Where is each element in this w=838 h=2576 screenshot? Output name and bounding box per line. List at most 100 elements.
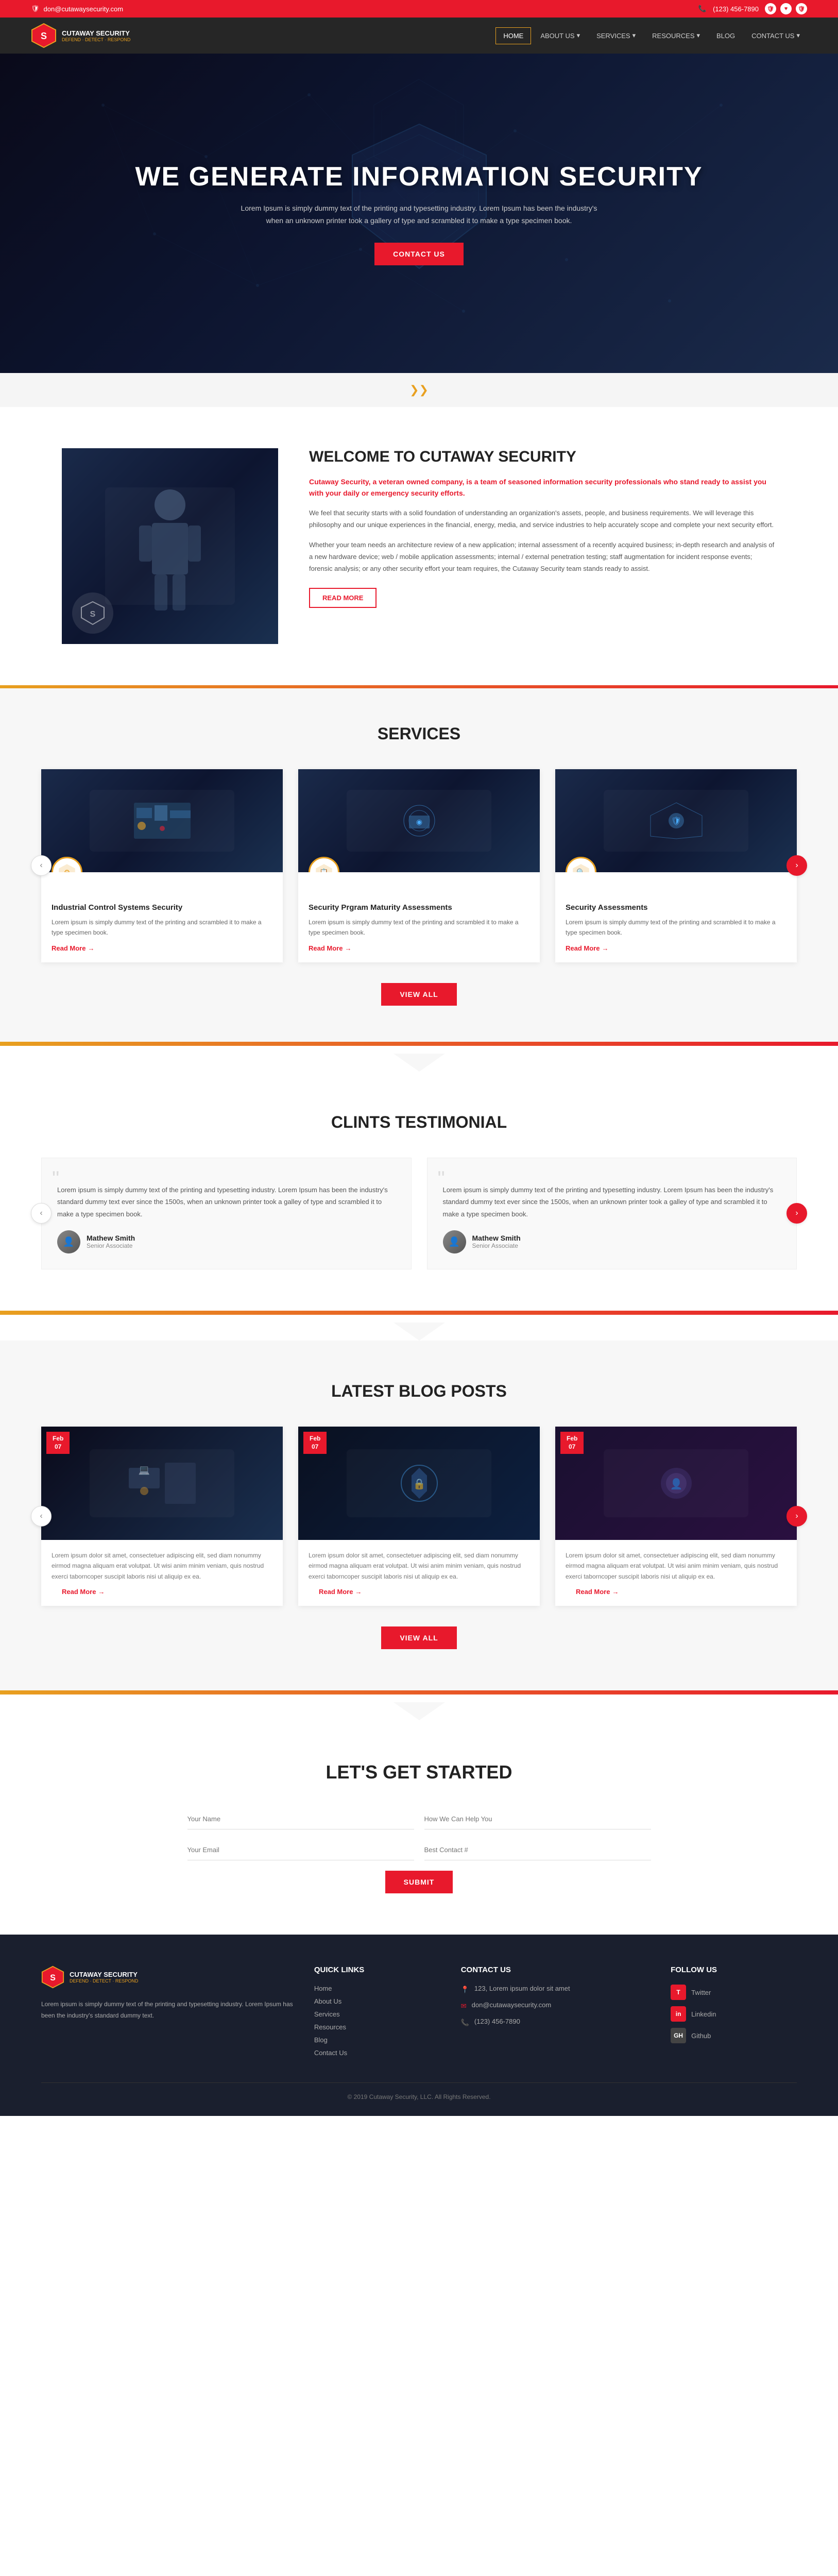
footer-twitter[interactable]: T Twitter bbox=[671, 1985, 797, 2000]
blog-read-more-2[interactable]: Read More → bbox=[309, 1588, 529, 1596]
blog-content-3: Lorem ipsum dolor sit amet, consectetuer… bbox=[555, 1540, 797, 1606]
quote-icon-1: " bbox=[52, 1168, 59, 1189]
testimonial-author-1: 👤 Mathew Smith Senior Associate bbox=[57, 1230, 396, 1253]
services-grid: ⚙ Industrial Control Systems Security Lo… bbox=[41, 769, 797, 962]
service-card-3: 🛡 🔍 Security Assessments Lorem ipsum is … bbox=[555, 769, 797, 962]
footer-github[interactable]: GH Github bbox=[671, 2028, 797, 2043]
blog-read-more-3[interactable]: Read More → bbox=[566, 1588, 786, 1596]
services-next-button[interactable]: › bbox=[786, 855, 807, 876]
footer-link-blog[interactable]: Blog bbox=[314, 2036, 440, 2044]
nav-menu: HOME ABOUT US ▾ SERVICES ▾ RESOURCES ▾ B… bbox=[495, 27, 807, 44]
nav-item-services[interactable]: SERVICES ▾ bbox=[589, 27, 643, 44]
svg-text:S: S bbox=[41, 31, 47, 41]
footer-link-contact[interactable]: Contact Us bbox=[314, 2049, 440, 2057]
submit-button[interactable]: SUBMIT bbox=[385, 1871, 453, 1893]
blog-image-content-2: 🔒 bbox=[381, 1458, 458, 1509]
footer-social: FOLLOW US T Twitter in Linkedin GH Githu… bbox=[671, 1965, 797, 2062]
svg-text:📋: 📋 bbox=[319, 868, 328, 873]
arrow-right-icon-blog-1: → bbox=[98, 1588, 105, 1596]
nav-item-contact[interactable]: CONTACT US ▾ bbox=[744, 27, 807, 44]
svg-text:🛡: 🛡 bbox=[671, 817, 681, 826]
blog-date-2: Feb 07 bbox=[303, 1432, 327, 1454]
svg-text:S: S bbox=[90, 610, 96, 619]
nav-item-blog[interactable]: BLOG bbox=[709, 28, 742, 44]
blog-next-button[interactable]: › bbox=[786, 1506, 807, 1527]
nav-logo[interactable]: S CUTAWAY SECURITY DEFEND · DETECT · RES… bbox=[31, 23, 130, 48]
service-read-more-1[interactable]: Read More → bbox=[41, 944, 283, 952]
blog-title: LATEST BLOG POSTS bbox=[41, 1382, 797, 1401]
blog-text-3: Lorem ipsum dolor sit amet, consectetuer… bbox=[566, 1550, 786, 1582]
services-prev-button[interactable]: ‹ bbox=[31, 855, 52, 876]
blog-view-all-container: VIEW ALL bbox=[41, 1626, 797, 1649]
service-text-3: Lorem ipsum is simply dummy text of the … bbox=[555, 917, 797, 938]
blog-card-1: 💻 Feb 07 Lorem ipsum dolor sit amet, con… bbox=[41, 1427, 283, 1606]
footer-logo-area: S CUTAWAY SECURITY DEFEND · DETECT · RES… bbox=[41, 1965, 294, 1989]
blog-card-2: 🔒 Feb 07 Lorem ipsum dolor sit amet, con… bbox=[298, 1427, 540, 1606]
top-bar-icons: 🛡 ♥ 🛡 bbox=[765, 3, 807, 14]
location-icon: 📍 bbox=[461, 1986, 469, 1994]
testimonial-card-2: " Lorem ipsum is simply dummy text of th… bbox=[427, 1158, 797, 1269]
footer-linkedin[interactable]: in Linkedin bbox=[671, 2006, 797, 2022]
top-bar-right: 📞 (123) 456-7890 🛡 ♥ 🛡 bbox=[698, 3, 807, 14]
welcome-read-more-button[interactable]: READ MORE bbox=[309, 588, 377, 608]
orange-divider-2 bbox=[0, 1042, 838, 1046]
wedge-divider-1 bbox=[0, 1046, 838, 1072]
hero-subtitle: Lorem Ipsum is simply dummy text of the … bbox=[238, 202, 599, 227]
service-read-more-2[interactable]: Read More → bbox=[298, 944, 540, 952]
blog-content-2: Lorem ipsum dolor sit amet, consectetuer… bbox=[298, 1540, 540, 1606]
author-avatar-2: 👤 bbox=[443, 1230, 466, 1253]
nav-item-resources[interactable]: RESOURCES ▾ bbox=[645, 27, 707, 44]
footer-logo-icon: S bbox=[41, 1965, 64, 1989]
maturity-image: ◉ bbox=[388, 800, 450, 841]
footer-email[interactable]: ✉ don@cutawaysecurity.com bbox=[461, 2001, 650, 2010]
testimonials-next-button[interactable]: › bbox=[786, 1203, 807, 1224]
footer-grid: S CUTAWAY SECURITY DEFEND · DETECT · RES… bbox=[41, 1965, 797, 2062]
hero-contact-button[interactable]: CONTACT US bbox=[374, 243, 464, 265]
footer-link-home[interactable]: Home bbox=[314, 1985, 440, 1992]
testimonial-text-1: Lorem ipsum is simply dummy text of the … bbox=[57, 1174, 396, 1220]
services-view-all-button[interactable]: VIEW ALL bbox=[381, 983, 456, 1006]
form-row-2 bbox=[187, 1840, 651, 1860]
author-info-1: Mathew Smith Senior Associate bbox=[87, 1234, 135, 1249]
testimonials-prev-button[interactable]: ‹ bbox=[31, 1203, 52, 1224]
logo-icon: S bbox=[31, 23, 57, 48]
contact-input[interactable] bbox=[424, 1840, 651, 1860]
service-title-1: Industrial Control Systems Security bbox=[41, 903, 283, 912]
service-image-1: ⚙ bbox=[41, 769, 283, 872]
svg-text:👤: 👤 bbox=[670, 1478, 682, 1490]
name-input[interactable] bbox=[187, 1809, 414, 1829]
welcome-highlight: Cutaway Security, a veteran owned compan… bbox=[309, 476, 776, 499]
footer-link-resources[interactable]: Resources bbox=[314, 2023, 440, 2031]
footer-bottom: © 2019 Cutaway Security, LLC. All Rights… bbox=[41, 2082, 797, 2100]
author-name-2: Mathew Smith bbox=[472, 1234, 521, 1242]
footer-link-about[interactable]: About Us bbox=[314, 1997, 440, 2005]
top-bar: 🛡 don@cutawaysecurity.com 📞 (123) 456-78… bbox=[0, 0, 838, 18]
nav-item-about[interactable]: ABOUT US ▾ bbox=[533, 27, 587, 44]
footer-phone[interactable]: 📞 (123) 456-7890 bbox=[461, 2018, 650, 2027]
blog-image-content-3: 👤 bbox=[638, 1458, 715, 1509]
top-bar-email[interactable]: don@cutawaysecurity.com bbox=[44, 5, 124, 13]
svg-text:S: S bbox=[50, 1973, 56, 1982]
footer: S CUTAWAY SECURITY DEFEND · DETECT · RES… bbox=[0, 1935, 838, 2116]
blog-prev-button[interactable]: ‹ bbox=[31, 1506, 52, 1527]
footer-link-services[interactable]: Services bbox=[314, 2010, 440, 2018]
shield-icon-1: 🛡 bbox=[765, 3, 776, 14]
blog-content-1: Lorem ipsum dolor sit amet, consectetuer… bbox=[41, 1540, 283, 1606]
footer-contact: CONTACT US 📍 123, Lorem ipsum dolor sit … bbox=[461, 1965, 650, 2062]
footer-social-title: FOLLOW US bbox=[671, 1965, 797, 1974]
cta-form: SUBMIT bbox=[187, 1809, 651, 1893]
author-avatar-1: 👤 bbox=[57, 1230, 80, 1253]
testimonial-author-2: 👤 Mathew Smith Senior Associate bbox=[443, 1230, 781, 1253]
quote-icon-2: " bbox=[438, 1168, 445, 1189]
blog-card-3: 👤 Feb 07 Lorem ipsum dolor sit amet, con… bbox=[555, 1427, 797, 1606]
welcome-image: S bbox=[62, 448, 278, 644]
author-role-1: Senior Associate bbox=[87, 1242, 135, 1249]
nav-item-home[interactable]: HOME bbox=[495, 27, 531, 44]
help-input[interactable] bbox=[424, 1809, 651, 1829]
blog-view-all-button[interactable]: VIEW ALL bbox=[381, 1626, 456, 1649]
email-input[interactable] bbox=[187, 1840, 414, 1860]
svg-text:🔒: 🔒 bbox=[413, 1479, 425, 1490]
navigation: S CUTAWAY SECURITY DEFEND · DETECT · RES… bbox=[0, 18, 838, 54]
blog-read-more-1[interactable]: Read More → bbox=[52, 1588, 272, 1596]
service-read-more-3[interactable]: Read More → bbox=[555, 944, 797, 952]
